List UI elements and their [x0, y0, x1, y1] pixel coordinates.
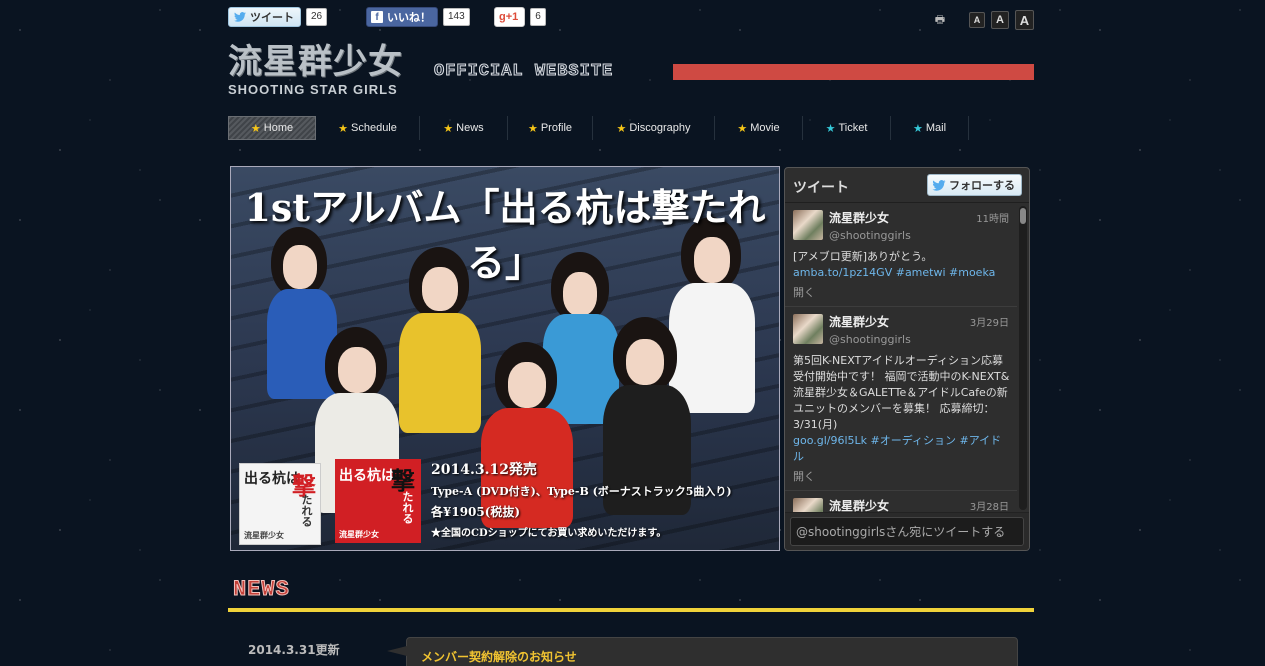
twitter-widget-title: ツイート: [793, 180, 849, 196]
tweet-handle[interactable]: @shootinggirls: [829, 229, 1011, 242]
logo-japanese: 流星群少女: [228, 42, 403, 82]
social-bar: ツイート 26 f いいね！ 143 g +1 6 🖶 A A A: [228, 7, 1034, 30]
header-accent-bar: [673, 64, 1034, 80]
official-website-heading: OFFICIAL WEBSITE: [433, 62, 614, 82]
font-size-medium-button[interactable]: A: [991, 11, 1009, 29]
news-updated-date: 2014.3.31更新: [248, 643, 340, 657]
tweet-list: 流星群少女 @shootinggirls 11時間 [アメブロ更新]ありがとう。…: [785, 203, 1017, 513]
print-icon[interactable]: 🖶: [933, 13, 947, 27]
star-icon: ★: [527, 122, 538, 135]
google-plus-button[interactable]: g +1 6: [494, 7, 546, 27]
tweet-text: 第5回K-NEXTアイドルオーディション応募受付開始中です！ 福岡で活動中のK-…: [793, 354, 1010, 431]
tweet-item: 流星群少女 @shootinggirls 3月29日 第5回K-NEXTアイドル…: [785, 307, 1017, 491]
star-icon: ★: [737, 122, 748, 135]
tweet-time[interactable]: 3月28日: [970, 498, 1009, 513]
tweet-share-label: ツイート: [250, 12, 294, 24]
star-icon: ★: [338, 122, 348, 135]
follow-button[interactable]: フォローする: [927, 174, 1022, 196]
tweet-time[interactable]: 3月29日: [970, 314, 1009, 329]
album-jacket-type-b: 出る杭は 撃 たれる 流星群少女: [335, 459, 421, 543]
nav-profile-label: Profile: [540, 122, 573, 134]
nav-discography[interactable]: ★ Discography: [593, 116, 715, 140]
tweet-item: 流星群少女 @shootinggirls 11時間 [アメブロ更新]ありがとう。…: [785, 203, 1017, 307]
tweet-links[interactable]: goo.gl/96l5Lk #オーディション #アイドル: [793, 433, 1011, 465]
star-icon: ★: [616, 122, 627, 135]
nav-movie[interactable]: ★ Movie: [715, 116, 803, 140]
news-item[interactable]: メンバー契約解除のお知らせ: [387, 637, 1018, 666]
nav-profile[interactable]: ★ Profile: [508, 116, 593, 140]
nav-news[interactable]: ★ News: [420, 116, 508, 140]
jacket-b-sub: たれる: [401, 491, 414, 524]
nav-ticket-label: Ticket: [838, 122, 868, 134]
avatar[interactable]: [793, 498, 823, 513]
tweet-compose-area: @shootinggirlsさん宛にツイートする: [785, 512, 1029, 550]
follow-label: フォローする: [949, 179, 1015, 192]
jacket-a-brand: 流星群少女: [244, 530, 284, 540]
tweet-count: 26: [306, 8, 328, 26]
facebook-like-button[interactable]: f いいね！ 143: [366, 7, 470, 27]
album-title: 1stアルバム「出る杭は撃たれる」: [244, 185, 766, 285]
tweet-share-button[interactable]: ツイート 26: [228, 7, 328, 27]
gplus-count: 6: [530, 8, 546, 26]
star-icon: ★: [825, 122, 836, 135]
page-tools: 🖶 A A A: [933, 10, 1034, 30]
scrollbar-thumb[interactable]: [1020, 208, 1026, 224]
release-note: ★全国のCDショップにてお買い求めいただけます。: [431, 528, 667, 539]
nav-movie-label: Movie: [750, 122, 780, 134]
google-plus-label: +1: [505, 11, 519, 23]
release-date: 2014.3.12発売: [431, 462, 537, 478]
nav-mail[interactable]: ★ Mail: [891, 116, 969, 140]
tweet-time[interactable]: 11時間: [976, 210, 1009, 225]
twitter-bird-icon: [234, 12, 246, 22]
twitter-timeline-widget: ツイート フォローする 流星群少女 @shootinggirls 11時間 [ア…: [784, 167, 1030, 551]
tweet-compose-box[interactable]: @shootinggirlsさん宛にツイートする: [790, 517, 1024, 546]
news-item-title[interactable]: メンバー契約解除のお知らせ: [421, 648, 577, 665]
font-size-large-button[interactable]: A: [1015, 10, 1034, 30]
release-types: Type-A (DVD付き)、Type-B (ボーナストラック5曲入り): [431, 485, 732, 498]
nav-news-label: News: [456, 122, 484, 134]
tweet-expand-link[interactable]: 開く: [793, 468, 1011, 484]
tweet-text: [アメブロ更新]ありがとう。: [793, 250, 933, 263]
site-logo[interactable]: 流星群少女 SHOOTING STAR GIRLS: [228, 44, 420, 100]
news-divider: [228, 608, 1034, 612]
avatar[interactable]: [793, 314, 823, 344]
twitter-widget-header: ツイート フォローする: [785, 168, 1029, 203]
star-icon: ★: [443, 122, 454, 135]
nav-discography-label: Discography: [629, 122, 691, 134]
twitter-bird-icon: [932, 179, 946, 191]
jacket-a-sub: たれる: [300, 494, 313, 527]
nav-schedule-label: Schedule: [351, 122, 397, 134]
jacket-b-text: 出る杭は: [339, 468, 395, 484]
album-jacket-type-a: 出る杭は 撃 たれる 流星群少女: [239, 463, 321, 545]
release-price: 各¥1905(税抜): [431, 505, 521, 519]
facebook-like-label: いいね！: [387, 12, 431, 24]
tweet-expand-link[interactable]: 開く: [793, 284, 1011, 300]
star-icon: ★: [250, 122, 261, 135]
album-banner[interactable]: 1stアルバム「出る杭は撃たれる」 出る杭は 撃 たれる 流星群少女 出る杭は …: [230, 166, 780, 551]
logo-english: SHOOTING STAR GIRLS: [228, 82, 398, 97]
like-count: 143: [443, 8, 470, 26]
facebook-icon: f: [371, 11, 383, 23]
nav-ticket[interactable]: ★ Ticket: [803, 116, 891, 140]
main-nav: ★ Home ★ Schedule ★ News ★ Profile ★ Dis…: [228, 116, 969, 140]
font-size-small-button[interactable]: A: [969, 12, 985, 28]
tweet-scrollbar[interactable]: [1019, 206, 1027, 510]
news-heading: NEWS: [233, 577, 290, 603]
nav-home-label: Home: [263, 122, 294, 134]
tweet-links[interactable]: amba.to/1pz14GV #ametwi #moeka: [793, 265, 1011, 281]
tweet-item: 流星群少女 3月28日: [785, 491, 1017, 513]
nav-mail-label: Mail: [925, 122, 947, 134]
nav-home[interactable]: ★ Home: [228, 116, 316, 140]
avatar[interactable]: [793, 210, 823, 240]
google-plus-icon: g: [499, 11, 506, 23]
tweet-handle[interactable]: @shootinggirls: [829, 333, 1011, 346]
star-icon: ★: [912, 122, 923, 135]
release-info: 2014.3.12発売 Type-A (DVD付き)、Type-B (ボーナスト…: [431, 459, 732, 539]
nav-schedule[interactable]: ★ Schedule: [316, 116, 420, 140]
jacket-b-brand: 流星群少女: [339, 529, 379, 539]
